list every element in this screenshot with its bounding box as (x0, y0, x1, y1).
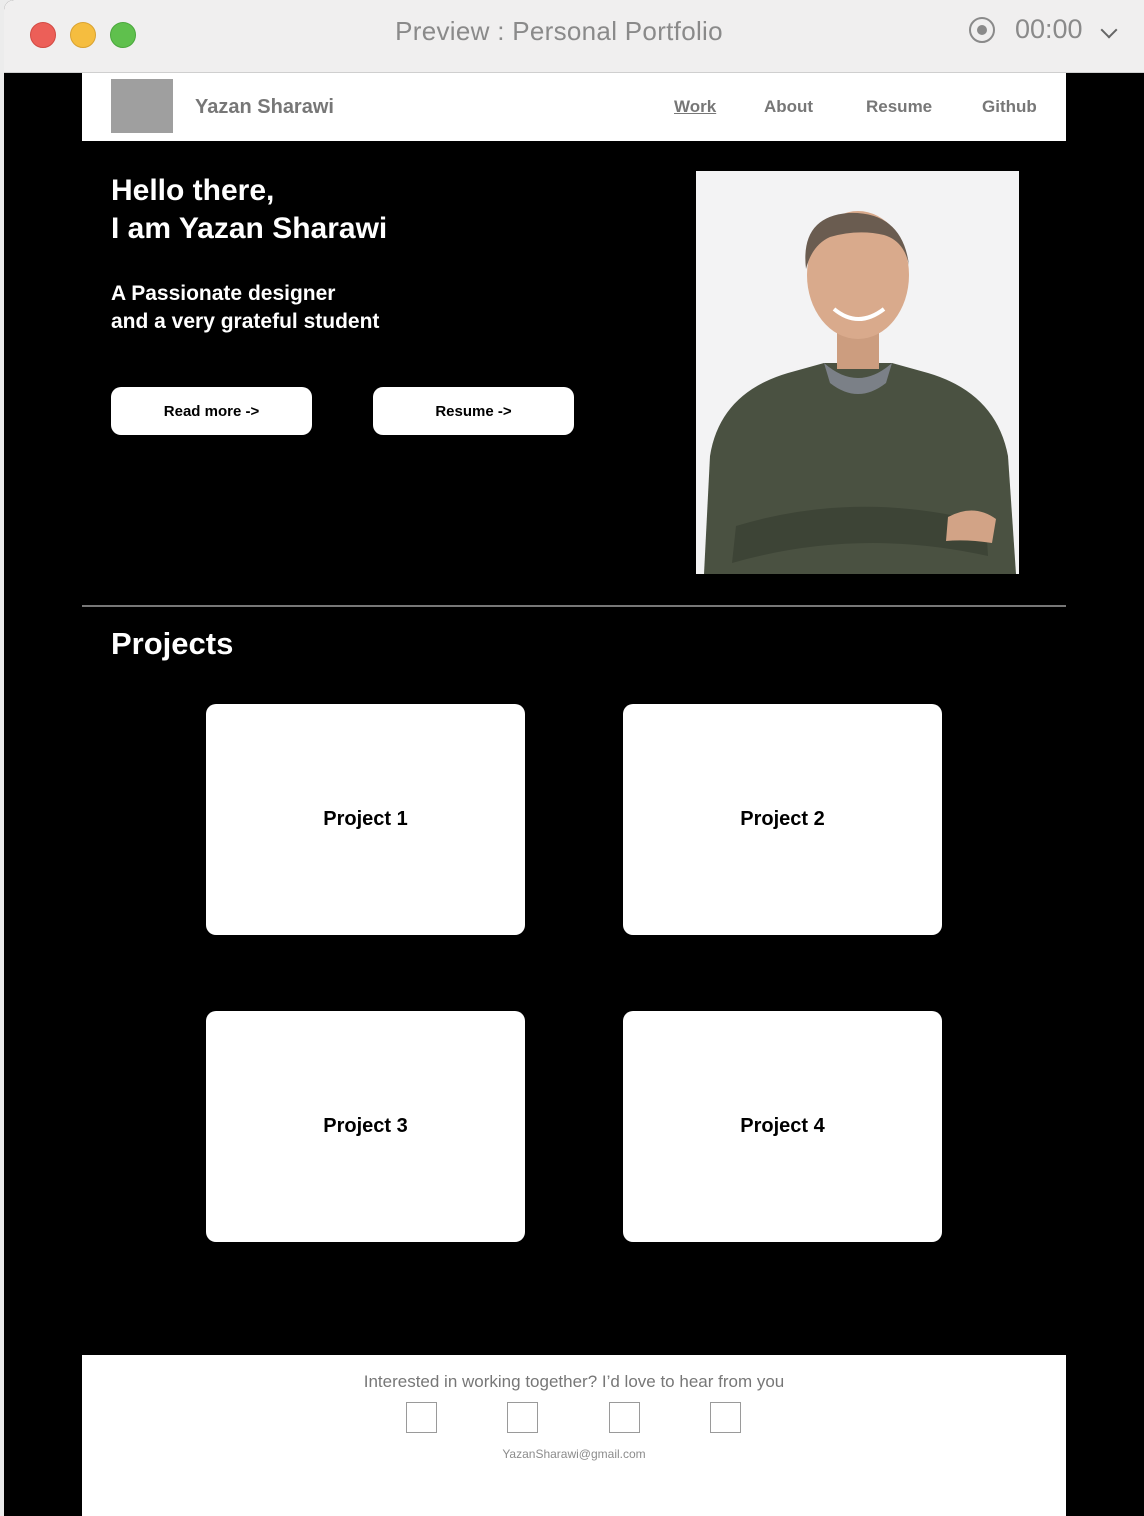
nav-link-resume[interactable]: Resume (866, 97, 932, 117)
social-link-icon[interactable] (507, 1402, 538, 1433)
hero-tagline: A Passionate designer and a very gratefu… (111, 282, 380, 333)
nav-link-work[interactable]: Work (674, 97, 716, 117)
projects-heading: Projects (111, 626, 234, 661)
contact-footer: Interested in working together? I’d love… (82, 1355, 1066, 1516)
top-navbar: Yazan Sharawi Work About Resume Github (82, 73, 1066, 141)
social-link-icon[interactable] (406, 1402, 437, 1433)
project-card-4[interactable]: Project 4 (623, 1011, 942, 1242)
resume-button[interactable]: Resume -> (373, 387, 574, 435)
social-link-icon[interactable] (609, 1402, 640, 1433)
project-card-2[interactable]: Project 2 (623, 704, 942, 935)
project-card-label: Project 1 (323, 808, 408, 830)
profile-photo-illustration (696, 171, 1019, 574)
contact-email[interactable]: YazanSharawi@gmail.com (82, 1447, 1066, 1461)
record-icon[interactable] (969, 17, 995, 43)
app-window: Preview : Personal Portfolio 00:00 Yazan… (4, 0, 1144, 1516)
window-titlebar: Preview : Personal Portfolio 00:00 (4, 0, 1144, 73)
section-divider (82, 605, 1066, 607)
project-card-3[interactable]: Project 3 (206, 1011, 525, 1242)
nav-link-github[interactable]: Github (982, 97, 1037, 117)
project-card-label: Project 4 (740, 1115, 825, 1137)
footer-cta-text: Interested in working together? I’d love… (363, 1372, 785, 1391)
timer-readout: 00:00 (1015, 14, 1083, 44)
hero-heading: Hello there, I am Yazan Sharawi (111, 174, 388, 245)
nav-link-about[interactable]: About (764, 97, 813, 117)
read-more-button[interactable]: Read more -> (111, 387, 312, 435)
social-link-icon[interactable] (710, 1402, 741, 1433)
site-brand[interactable]: Yazan Sharawi (195, 96, 334, 119)
window-title: Preview : Personal Portfolio (395, 16, 723, 46)
project-card-label: Project 2 (740, 808, 825, 830)
project-card-1[interactable]: Project 1 (206, 704, 525, 935)
logo-placeholder[interactable] (111, 79, 173, 133)
profile-photo (696, 171, 1019, 574)
project-card-label: Project 3 (323, 1115, 408, 1137)
